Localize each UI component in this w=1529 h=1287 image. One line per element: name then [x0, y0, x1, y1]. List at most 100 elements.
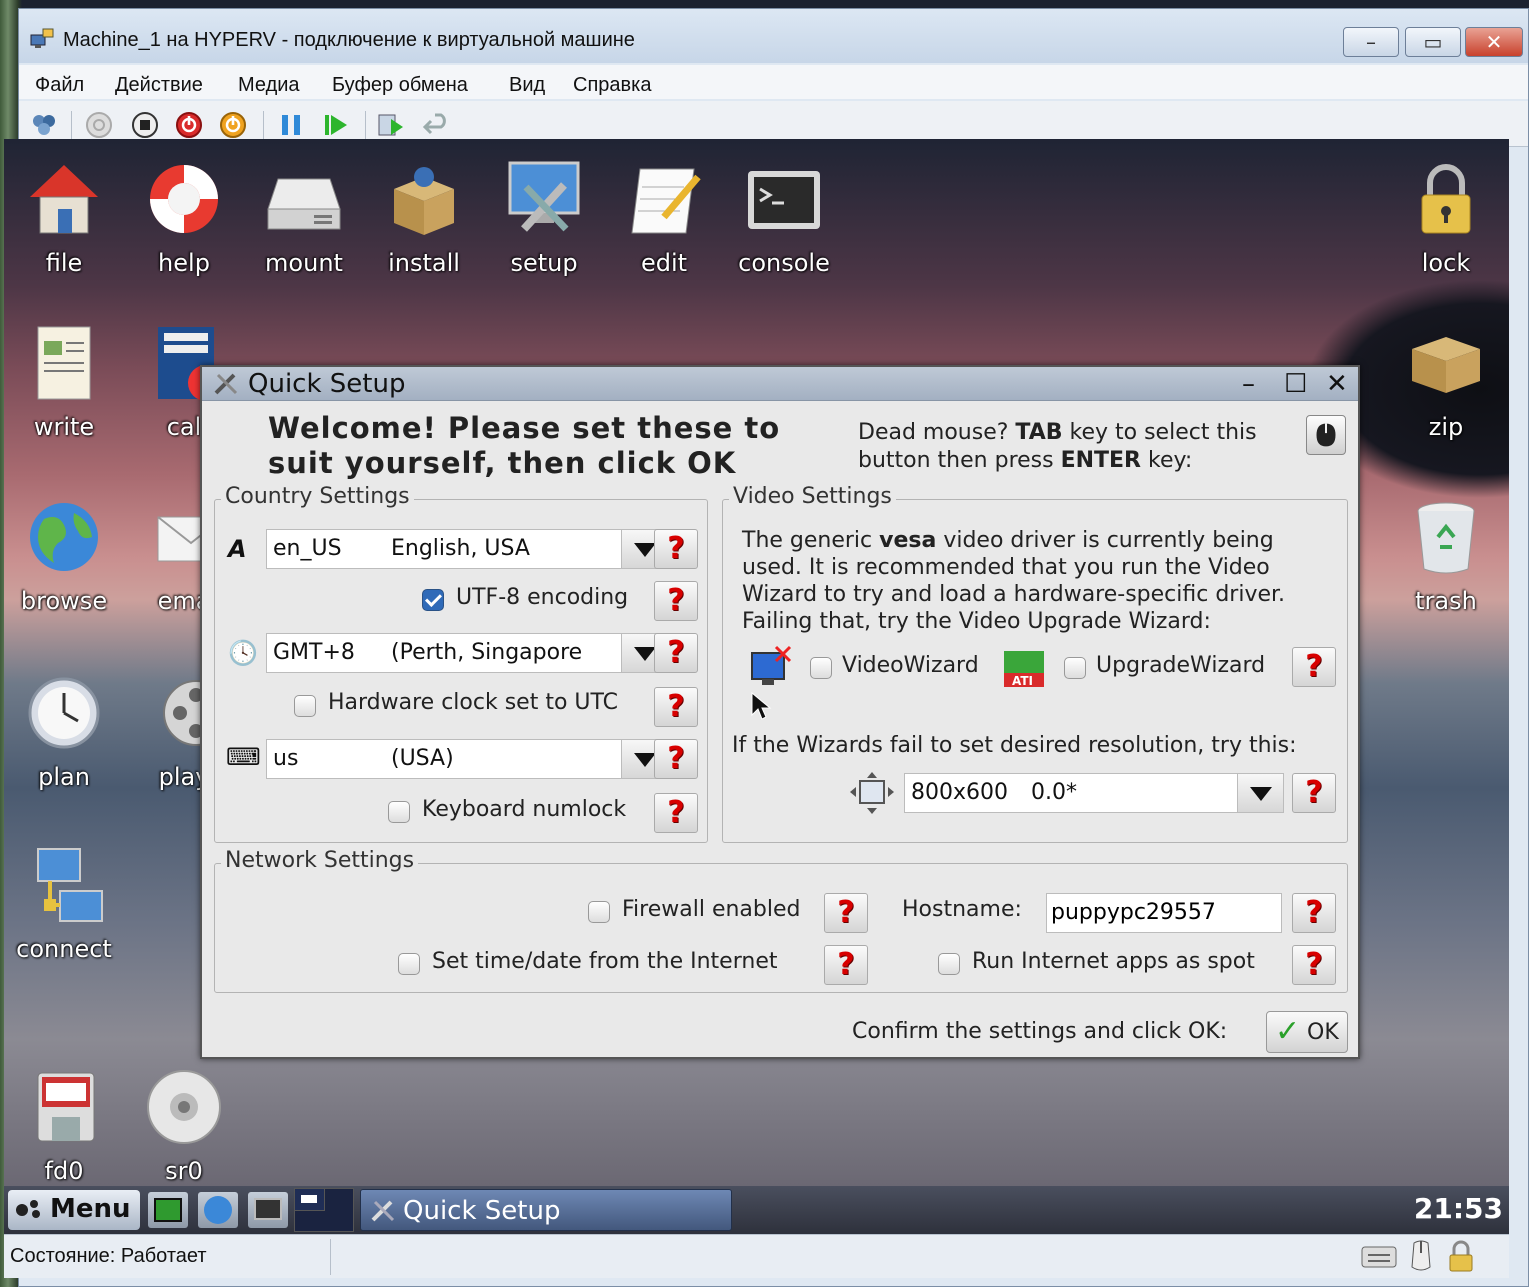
shutdown-icon[interactable]	[173, 109, 205, 141]
dialog-title-bar[interactable]: Quick Setup – ☐ ✕	[202, 367, 1358, 401]
run-as-spot-checkbox[interactable]	[938, 953, 960, 975]
desktop-icon-plan[interactable]: plan	[4, 673, 124, 791]
desktop-icon-write[interactable]: write	[4, 323, 124, 441]
help-spot-button[interactable]: ?	[1292, 945, 1336, 985]
menu-view[interactable]: Вид	[509, 74, 545, 97]
padlock-icon	[1406, 159, 1486, 239]
desktop-icon-fd0[interactable]: fd0	[4, 1067, 124, 1185]
videowizard-checkbox[interactable]	[810, 657, 832, 679]
desktop-icon-install[interactable]: install	[364, 159, 484, 277]
desktop-icon-connect[interactable]: connect	[4, 845, 124, 963]
pause-icon[interactable]	[275, 109, 307, 141]
host-menubar: Файл Действие Медиа Буфер обмена Вид Спр…	[19, 65, 1528, 99]
mouse-setup-button[interactable]	[1306, 415, 1346, 455]
hostname-label: Hostname:	[902, 897, 1022, 922]
archive-box-icon	[1406, 323, 1486, 403]
help-numlock-button[interactable]: ?	[654, 793, 698, 833]
timezone-select[interactable]: GMT+8 (Perth, Singapore	[266, 633, 668, 673]
start-icon[interactable]	[83, 109, 115, 141]
snapshot-icon[interactable]	[375, 109, 407, 141]
desktop-icon-browse[interactable]: browse	[4, 497, 124, 615]
vm-connection-icon	[29, 27, 55, 51]
help-utf8-button[interactable]: ?	[654, 581, 698, 621]
turn-off-icon[interactable]	[129, 109, 161, 141]
host-status-bar: Состояние: Работает	[4, 1234, 1509, 1278]
desktop-icon-edit[interactable]: edit	[604, 159, 724, 277]
dead-mouse-hint: Dead mouse? TAB key to select this butto…	[858, 420, 1257, 473]
help-hwclock-button[interactable]: ?	[654, 687, 698, 727]
menu-action[interactable]: Действие	[115, 74, 203, 97]
drive-icon	[264, 159, 344, 239]
ctrl-alt-del-icon[interactable]	[29, 109, 61, 141]
locale-select[interactable]: en_US English, USA	[266, 529, 668, 569]
menu-clipboard[interactable]: Буфер обмена	[332, 74, 468, 97]
menu-file[interactable]: Файл	[35, 74, 84, 97]
minimize-button[interactable]: –	[1343, 27, 1399, 57]
resolution-fallback-label: If the Wizards fail to set desired resol…	[732, 733, 1297, 758]
menu-help[interactable]: Справка	[573, 74, 651, 97]
maximize-button[interactable]: ▭	[1405, 27, 1461, 57]
resolution-select[interactable]: 800x600 0.0*	[904, 773, 1284, 813]
help-keyboard-button[interactable]: ?	[654, 739, 698, 779]
trash-can-icon	[1406, 497, 1486, 577]
internet-time-checkbox[interactable]	[398, 953, 420, 975]
desktop-icon-setup[interactable]: setup	[484, 159, 604, 277]
clock-small-icon: 🕓	[228, 639, 258, 667]
desktop-icon-lock[interactable]: lock	[1386, 159, 1506, 277]
revert-icon[interactable]	[421, 109, 453, 141]
help-video-wizard-button[interactable]: ?	[1292, 647, 1336, 687]
help-internet-time-button[interactable]: ?	[824, 945, 868, 985]
firewall-label: Firewall enabled	[622, 897, 801, 922]
hostname-input[interactable]: puppypc29557	[1046, 893, 1282, 933]
confirm-label: Confirm the settings and click OK:	[852, 1019, 1228, 1044]
numlock-label: Keyboard numlock	[422, 797, 627, 822]
taskbar-clock[interactable]: 21:53	[1414, 1192, 1503, 1225]
desktop-icon-file[interactable]: file	[4, 159, 124, 277]
resume-icon[interactable]	[319, 109, 351, 141]
utf8-label: UTF-8 encoding	[456, 585, 629, 610]
close-button[interactable]: ✕	[1465, 27, 1523, 57]
chevron-down-icon[interactable]	[1237, 774, 1283, 812]
taskbar-item-quick-setup[interactable]: Quick Setup	[360, 1189, 732, 1231]
workspace-pager[interactable]	[294, 1188, 354, 1232]
host-title-bar[interactable]: Machine_1 на HYPERV - подключение к вирт…	[19, 9, 1528, 63]
lifebuoy-icon	[144, 159, 224, 239]
dialog-minimize-button[interactable]: –	[1242, 369, 1255, 399]
numlock-checkbox[interactable]	[388, 801, 410, 823]
help-firewall-button[interactable]: ?	[824, 893, 868, 933]
video-settings-legend: Video Settings	[729, 484, 896, 509]
dialog-title: Quick Setup	[248, 369, 406, 399]
resize-screen-icon	[848, 771, 896, 815]
firewall-checkbox[interactable]	[588, 901, 610, 923]
desktop-icon-zip[interactable]: zip	[1386, 323, 1506, 441]
ok-button[interactable]: ✓ OK	[1266, 1011, 1348, 1053]
lock-status-icon	[1444, 1239, 1478, 1273]
internet-time-label: Set time/date from the Internet	[432, 949, 778, 974]
upgradewizard-checkbox[interactable]	[1064, 657, 1086, 679]
keyboard-icon: ⌨	[226, 743, 261, 771]
menu-media[interactable]: Медиа	[238, 74, 300, 97]
home-icon	[24, 159, 104, 239]
optical-disc-icon	[144, 1067, 224, 1147]
desktop-icon-mount[interactable]: mount	[244, 159, 364, 277]
utf8-checkbox[interactable]	[422, 589, 444, 611]
help-locale-button[interactable]: ?	[654, 529, 698, 569]
desktop-icon-sr0[interactable]: sr0	[124, 1067, 244, 1185]
dialog-close-button[interactable]: ✕	[1326, 369, 1348, 399]
browser-launch-icon[interactable]	[198, 1192, 238, 1228]
desktop-icon-trash[interactable]: trash	[1386, 497, 1506, 615]
terminal-launch-icon[interactable]	[248, 1192, 288, 1228]
keyboard-layout-select[interactable]: us (USA)	[266, 739, 668, 779]
desktop-icon-help[interactable]: help	[124, 159, 244, 277]
start-menu-button[interactable]: Menu	[8, 1190, 140, 1230]
desktop-show-icon[interactable]	[148, 1192, 188, 1228]
font-icon: A	[228, 535, 247, 563]
dialog-maximize-button[interactable]: ☐	[1284, 369, 1307, 399]
desktop-icon-console[interactable]: console	[724, 159, 844, 277]
save-state-icon[interactable]	[217, 109, 249, 141]
help-hostname-button[interactable]: ?	[1292, 893, 1336, 933]
help-timezone-button[interactable]: ?	[654, 633, 698, 673]
help-resolution-button[interactable]: ?	[1292, 773, 1336, 813]
hwclock-utc-checkbox[interactable]	[294, 695, 316, 717]
run-as-spot-label: Run Internet apps as spot	[972, 949, 1255, 974]
